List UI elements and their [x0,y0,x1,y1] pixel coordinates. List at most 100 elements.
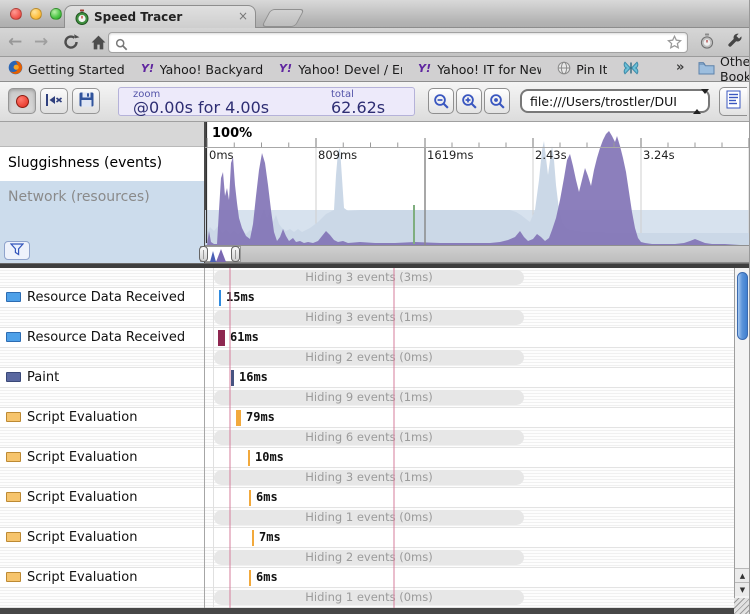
event-duration-label: 6ms [256,490,278,504]
bookmark-item[interactable] [623,60,639,78]
event-duration-bar[interactable] [219,290,221,306]
reset-button[interactable] [40,88,68,114]
bookmark-item[interactable]: Y! Yahoo! Backyard [141,61,264,77]
bookmark-item[interactable]: Y! Yahoo! Devel / Engi [279,61,402,77]
sidebar-tab-network[interactable]: Network (resources) [0,181,205,263]
browser-tab[interactable]: Speed Tracer × [64,5,256,28]
bookmark-star-icon[interactable] [666,34,683,54]
svg-text:Y!: Y! [418,62,431,74]
reload-button[interactable] [62,33,80,59]
file-select[interactable]: file:///Users/trostler/DUI [520,89,710,114]
event-row[interactable]: Script Evaluation 10ms [0,448,734,468]
resize-grip[interactable] [734,598,749,614]
zoom-in-button[interactable] [456,88,482,114]
yahoo-icon: Y! [418,61,432,77]
scrollbar-thumb[interactable] [737,272,748,340]
zoom-value: @0.00s for 4.00s [133,98,270,117]
event-duration-bar[interactable] [252,530,254,546]
hiding-pill[interactable]: Hiding 1 events (0ms) [214,510,524,525]
bookmark-item[interactable]: Pin It [557,61,607,78]
event-type-swatch [6,532,21,542]
stopwatch-icon [74,9,90,25]
search-icon [115,36,128,55]
omnibox[interactable] [108,32,688,53]
close-window-button[interactable] [10,8,22,20]
bookmark-label: Yahoo! Backyard [159,61,264,77]
scroll-up-button[interactable]: ▲ [735,568,749,582]
hiding-pill[interactable]: Hiding 3 events (1ms) [214,470,524,485]
event-label-cell: Script Evaluation [0,488,204,507]
hiding-row[interactable]: Hiding 3 events (1ms) [0,468,734,488]
event-type-swatch [6,572,21,582]
hiding-row[interactable]: Hiding 3 events (1ms) [0,308,734,328]
scrollbar[interactable]: ▲ ▼ [734,268,749,608]
event-row[interactable]: Script Evaluation 79ms [0,408,734,428]
report-button[interactable] [719,87,747,116]
new-tab-button[interactable] [261,9,305,27]
scrubber-handle-right[interactable] [231,246,240,262]
hiding-pill[interactable]: Hiding 6 events (1ms) [214,430,524,445]
hiding-row[interactable]: Hiding 3 events (3ms) [0,268,734,288]
speed-tracer-extension-button[interactable] [699,33,715,53]
hiding-row[interactable]: Hiding 2 events (0ms) [0,548,734,568]
event-label: Script Evaluation [27,450,138,465]
event-duration-label: 7ms [259,530,281,544]
event-duration-bar[interactable] [236,410,241,426]
hiding-pill[interactable]: Hiding 1 events (0ms) [214,590,524,605]
scroll-down-button[interactable]: ▼ [735,582,749,596]
back-button[interactable]: ← [8,29,22,55]
hiding-pill[interactable]: Hiding 2 events (0ms) [214,350,524,365]
hiding-pill[interactable]: Hiding 3 events (3ms) [214,270,524,285]
zoom-fit-button[interactable] [484,88,510,114]
home-button[interactable] [90,33,107,59]
bookmarks-overflow-chevron[interactable]: » [676,60,684,75]
hiding-row[interactable]: Hiding 1 events (0ms) [0,588,734,608]
record-button[interactable] [8,88,36,114]
event-row[interactable]: Paint 16ms [0,368,734,388]
speed-tracer-toolbar: zoom @0.00s for 4.00s total 62.62s file:… [0,82,749,122]
bookmark-label: Yahoo! Devel / Engi [298,61,402,77]
event-duration-bar[interactable] [249,490,251,506]
ruler-tick-label: 1619ms [427,148,474,162]
save-button[interactable] [72,88,100,114]
timeline-scrubber[interactable] [205,245,749,263]
tab-close-button[interactable]: × [238,9,248,23]
bookmark-label: Yahoo! IT for New H [437,61,541,77]
event-label-cell: Resource Data Received [0,328,204,347]
scrubber-handle-left[interactable] [199,246,208,262]
hiding-pill[interactable]: Hiding 9 events (1ms) [214,390,524,405]
svg-text:Y!: Y! [141,62,154,74]
event-duration-label: 10ms [255,450,284,464]
forward-button[interactable]: → [34,29,48,55]
wrench-menu-button[interactable] [726,33,743,54]
overview-chart[interactable] [205,122,750,263]
sidebar-tab-sluggishness[interactable]: Sluggishness (events) [0,147,205,181]
event-row[interactable]: Script Evaluation 6ms [0,568,734,588]
hiding-row[interactable]: Hiding 6 events (1ms) [0,428,734,448]
hiding-row[interactable]: Hiding 9 events (1ms) [0,388,734,408]
event-row[interactable]: Script Evaluation 6ms [0,488,734,508]
event-row[interactable]: Script Evaluation 7ms [0,528,734,548]
table-guide-line [213,268,214,608]
events-table: Hiding 3 events (3ms) Resource Data Recei… [0,268,749,608]
bookmark-item[interactable]: Getting Started [8,60,125,78]
hiding-pill[interactable]: Hiding 3 events (1ms) [214,310,524,325]
yahoo-icon: Y! [279,61,293,77]
event-duration-bar[interactable] [231,370,234,386]
bookmark-item[interactable]: Y! Yahoo! IT for New H [418,61,541,77]
filter-button[interactable] [4,241,30,260]
hiding-row[interactable]: Hiding 2 events (0ms) [0,348,734,368]
event-row[interactable]: Resource Data Received 15ms [0,288,734,308]
hiding-pill[interactable]: Hiding 2 events (0ms) [214,550,524,565]
minimize-window-button[interactable] [30,8,42,20]
zoom-out-button[interactable] [428,88,454,114]
floppy-disk-icon [79,92,94,111]
event-duration-bar[interactable] [218,330,225,346]
hiding-row[interactable]: Hiding 1 events (0ms) [0,508,734,528]
zoom-window-button[interactable] [50,8,62,20]
other-bookmarks-folder[interactable]: Other Bookmarks [698,54,749,84]
bookmark-label: Pin It [576,61,608,77]
event-duration-bar[interactable] [249,570,251,586]
event-duration-bar[interactable] [248,450,250,466]
event-row[interactable]: Resource Data Received 61ms [0,328,734,348]
